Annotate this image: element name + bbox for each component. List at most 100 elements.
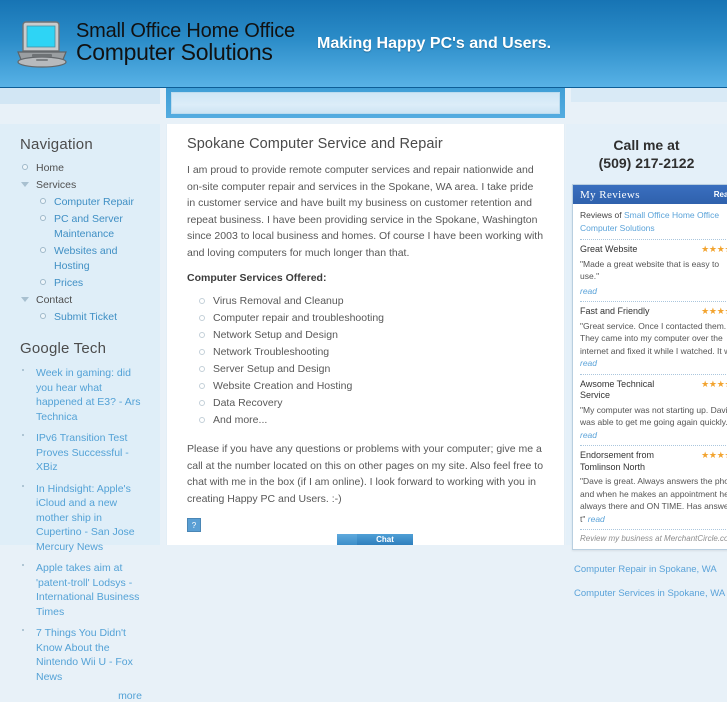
list-item: Website Creation and Hosting bbox=[187, 378, 544, 395]
star-rating-icon: ★★★★★ bbox=[701, 378, 727, 389]
chevron-down-icon bbox=[21, 297, 29, 302]
bullet-icon bbox=[199, 332, 205, 338]
review-text: "Great service. Once I contacted them. T… bbox=[580, 320, 727, 356]
list-item[interactable]: 7 Things You Didn't Know About the Ninte… bbox=[20, 624, 150, 689]
review-title: Great Website bbox=[580, 244, 638, 254]
bullet-icon bbox=[40, 247, 46, 253]
review-read-link[interactable]: read bbox=[580, 358, 597, 368]
service-label: Computer repair and troubleshooting bbox=[213, 312, 385, 324]
bullet-icon bbox=[40, 279, 46, 285]
review-title: Endorsement from Tomlinson North bbox=[580, 450, 655, 472]
review-title: Awsome Technical Service bbox=[580, 378, 655, 401]
call-me-block: Call me at (509) 217-2122 bbox=[566, 132, 727, 184]
sidebar-item-label: Contact bbox=[36, 294, 73, 306]
logo-text[interactable]: Small Office Home Office Computer Soluti… bbox=[76, 20, 295, 65]
sidebar-item-label: Services bbox=[36, 179, 77, 191]
bullet-icon bbox=[40, 313, 46, 319]
call-me-label: Call me at bbox=[613, 137, 680, 153]
bullet-icon bbox=[199, 417, 205, 423]
sidebar-item-label: PC and Server Maintenance bbox=[54, 213, 123, 240]
left-sidebar: Navigation Home Services Computer Repair… bbox=[0, 124, 160, 702]
bullet-icon bbox=[199, 383, 205, 389]
reviews-body: Reviews of Small Office Home Office Comp… bbox=[573, 204, 727, 549]
feed-item-label: 7 Things You Didn't Know About the Ninte… bbox=[36, 627, 133, 683]
sidebar-item-services[interactable]: Services bbox=[20, 177, 150, 194]
bullet-icon bbox=[199, 366, 205, 372]
bullet-icon bbox=[40, 198, 46, 204]
site-tagline: Making Happy PC's and Users. bbox=[316, 34, 552, 52]
review-read-link[interactable]: read bbox=[580, 286, 597, 296]
sidebar-item-computer-repair[interactable]: Computer Repair bbox=[38, 194, 150, 211]
review-text: "Made a great website that is easy to us… bbox=[580, 258, 720, 282]
menubar-left-filler bbox=[0, 88, 160, 104]
sidebar-item-label: Websites and Hosting bbox=[54, 245, 118, 272]
feed-more-link[interactable]: more bbox=[20, 689, 150, 702]
sidebar-item-label: Home bbox=[36, 162, 65, 174]
logo-line-2: Computer Solutions bbox=[76, 38, 273, 65]
bullet-icon bbox=[199, 349, 205, 355]
page-body: Navigation Home Services Computer Repair… bbox=[0, 124, 727, 702]
sidebar-item-prices[interactable]: Prices bbox=[38, 275, 150, 292]
feed-item-label: In Hindsight: Apple's iCloud and a new m… bbox=[36, 482, 135, 553]
footer-link-computer-repair[interactable]: Computer Repair in Spokane, WA bbox=[574, 564, 727, 588]
footer-links: Computer Repair in Spokane, WA Computer … bbox=[566, 550, 727, 612]
star-rating-icon: ★★★★★ bbox=[701, 450, 727, 460]
list-item[interactable]: Apple takes aim at 'patent-troll' Lodsys… bbox=[20, 559, 150, 624]
list-item[interactable]: Week in gaming: did you hear what happen… bbox=[20, 364, 150, 429]
reviews-title: My Reviews bbox=[580, 188, 640, 201]
reviews-intro-prefix: Reviews of bbox=[580, 210, 624, 220]
phone-number: (509) 217-2122 bbox=[598, 155, 695, 171]
main-content: Spokane Computer Service and Repair I am… bbox=[166, 124, 565, 545]
service-label: Virus Removal and Cleanup bbox=[213, 295, 344, 307]
list-item: Network Troubleshooting bbox=[187, 344, 544, 361]
bullet-icon bbox=[22, 369, 24, 371]
bullet-icon bbox=[199, 298, 205, 304]
broken-image-icon: ? bbox=[187, 518, 201, 532]
reviews-intro: Reviews of Small Office Home Office Comp… bbox=[580, 209, 727, 239]
reviews-footer[interactable]: Review my business at MerchantCircle.com bbox=[580, 529, 727, 545]
reviews-widget-header: My Reviews Read A bbox=[573, 185, 727, 204]
feed-item-label: Apple takes aim at 'patent-troll' Lodsys… bbox=[36, 562, 140, 618]
list-item[interactable]: In Hindsight: Apple's iCloud and a new m… bbox=[20, 480, 150, 560]
list-item[interactable]: IPv6 Transition Test Proves Successful -… bbox=[20, 429, 150, 480]
service-label: Data Recovery bbox=[213, 397, 283, 409]
bullet-icon bbox=[22, 564, 24, 566]
main-menu-bar[interactable] bbox=[166, 88, 565, 118]
list-item: Data Recovery bbox=[187, 395, 544, 412]
bullet-icon bbox=[22, 484, 24, 487]
navigation-list: Home Services Computer Repair PC and Ser… bbox=[20, 160, 150, 326]
review-title: Fast and Friendly bbox=[580, 306, 650, 316]
review-item: Endorsement from Tomlinson North ★★★★★ "… bbox=[580, 445, 727, 529]
bullet-icon bbox=[22, 434, 24, 436]
read-all-link[interactable]: Read A bbox=[714, 190, 727, 199]
sidebar-item-label: Prices bbox=[54, 277, 84, 289]
reviews-widget: My Reviews Read A Reviews of Small Offic… bbox=[572, 184, 727, 550]
closing-paragraph: Please if you have any questions or prob… bbox=[187, 443, 544, 505]
review-text: "My computer was not starting up. David … bbox=[580, 404, 727, 428]
review-read-link[interactable]: read bbox=[580, 430, 597, 440]
chat-widget[interactable]: Chat bbox=[337, 534, 413, 545]
feed-title: Google Tech bbox=[20, 340, 107, 357]
review-item: Great Website ★★★★★ "Made a great websit… bbox=[580, 239, 727, 301]
bullet-icon bbox=[40, 215, 46, 221]
services-heading: Computer Services Offered: bbox=[187, 272, 327, 284]
list-item: And more... bbox=[187, 412, 544, 429]
menubar-region bbox=[0, 88, 727, 124]
chevron-down-icon bbox=[21, 182, 29, 187]
navigation-title: Navigation bbox=[20, 136, 93, 153]
footer-link-computer-services[interactable]: Computer Services in Spokane, WA bbox=[574, 588, 727, 612]
feed-item-label: IPv6 Transition Test Proves Successful -… bbox=[36, 432, 129, 473]
page-title: Spokane Computer Service and Repair bbox=[187, 136, 443, 152]
star-rating-icon: ★★★★★ bbox=[701, 244, 727, 254]
bullet-icon bbox=[22, 629, 24, 631]
sidebar-item-websites-hosting[interactable]: Websites and Hosting bbox=[38, 243, 150, 275]
sidebar-item-home[interactable]: Home bbox=[20, 160, 150, 177]
bullet-icon bbox=[199, 315, 205, 321]
sidebar-item-submit-ticket[interactable]: Submit Ticket bbox=[38, 309, 150, 326]
review-read-link[interactable]: read bbox=[588, 514, 605, 524]
bullet-icon bbox=[22, 164, 28, 170]
service-label: Website Creation and Hosting bbox=[213, 380, 353, 392]
sidebar-item-contact[interactable]: Contact bbox=[20, 292, 150, 309]
sidebar-item-label: Submit Ticket bbox=[54, 311, 118, 323]
sidebar-item-pc-server-maintenance[interactable]: PC and Server Maintenance bbox=[38, 211, 150, 243]
